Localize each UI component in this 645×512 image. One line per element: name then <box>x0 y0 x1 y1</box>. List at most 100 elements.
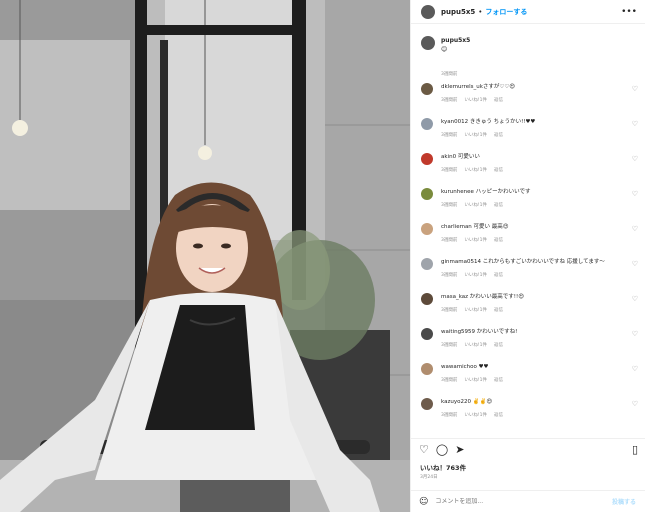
comment-time: 3週間前 <box>441 378 458 383</box>
commenter-avatar[interactable] <box>421 293 433 305</box>
comment-heart-icon[interactable]: ♡ <box>632 295 638 303</box>
reply-button[interactable]: 返信 <box>494 238 503 243</box>
comment-likes[interactable]: いいね!1件 <box>464 343 487 348</box>
comment-text: waiting5959 かわいいですね! <box>441 329 518 335</box>
comment-heart-icon[interactable]: ♡ <box>632 155 638 163</box>
comment-time: 3週間前 <box>441 343 458 348</box>
comment-item: dklemurrels_ukさすが♡♡😍 3週間前 いいね!1件 返信 ♡ <box>411 83 645 118</box>
commenter-avatar[interactable] <box>421 188 433 200</box>
commenter-avatar[interactable] <box>421 83 433 95</box>
caption-username[interactable]: pupu5x5 <box>441 37 470 44</box>
comment-time: 3週間前 <box>441 238 458 243</box>
heart-icon[interactable]: ♡ <box>419 443 429 456</box>
comment-time: 3週間前 <box>441 273 458 278</box>
comment-meta: 3週間前 いいね!1件 返信 <box>441 167 621 173</box>
comment-body: kazuyo220 ✌️✌️😍 3週間前 いいね!1件 返信 <box>441 398 621 418</box>
comment-meta: 3週間前 いいね!1件 返信 <box>441 202 621 208</box>
reply-button[interactable]: 返信 <box>494 413 503 418</box>
comment-likes[interactable]: いいね!1件 <box>464 238 487 243</box>
comment-body: kyan0012 ききゅう ちょうかい!!♥♥ 3週間前 いいね!1件 返信 <box>441 118 621 138</box>
share-icon[interactable]: ➤ <box>455 443 464 456</box>
post-header: pupu5x5 • フォローする ••• <box>411 0 645 24</box>
comment-item: masa_kaz かわいい最高です!!😍 3週間前 いいね!1件 返信 ♡ <box>411 293 645 328</box>
reply-button[interactable]: 返信 <box>494 203 503 208</box>
follow-button[interactable]: フォローする <box>485 7 527 17</box>
comment-heart-icon[interactable]: ♡ <box>632 365 638 373</box>
comment-meta: 3週間前 いいね!1件 返信 <box>441 237 621 243</box>
comment-input[interactable] <box>435 498 586 505</box>
comment-text: kurunhenee ハッピーかわいいです <box>441 189 531 195</box>
caption-avatar[interactable] <box>421 36 435 50</box>
commenter-avatar[interactable] <box>421 118 433 130</box>
post-sidebar: pupu5x5 • フォローする ••• pupu5x5 😊 3週間前 dkle… <box>410 0 645 512</box>
commenter-avatar[interactable] <box>421 153 433 165</box>
commenter-avatar[interactable] <box>421 258 433 270</box>
comment-meta: 3週間前 いいね!1件 返信 <box>441 412 621 418</box>
comment-likes[interactable]: いいね!1件 <box>464 133 487 138</box>
comment-text: kyan0012 ききゅう ちょうかい!!♥♥ <box>441 119 536 125</box>
comment-item: waiting5959 かわいいですね! 3週間前 いいね!1件 返信 ♡ <box>411 328 645 363</box>
action-bar: ♡ ◯ ➤ ▯ <box>411 438 645 460</box>
comment-heart-icon[interactable]: ♡ <box>632 330 638 338</box>
comment-heart-icon[interactable]: ♡ <box>632 225 638 233</box>
reply-button[interactable]: 返信 <box>494 343 503 348</box>
comment-heart-icon[interactable]: ♡ <box>632 120 638 128</box>
comment-likes[interactable]: いいね!1件 <box>464 308 487 313</box>
comment-likes[interactable]: いいね!1件 <box>464 203 487 208</box>
comment-item: ginmama0514 これからもすごいかわいいですね 応援してます〜 3週間前 い… <box>411 258 645 293</box>
comment-body: charlieman 可愛い 最高😍 3週間前 いいね!1件 返信 <box>441 223 621 243</box>
comment-text: dklemurrels_ukさすが♡♡😍 <box>441 84 516 90</box>
commenter-avatar[interactable] <box>421 223 433 235</box>
comment-likes[interactable]: いいね!1件 <box>464 168 487 173</box>
reply-button[interactable]: 返信 <box>494 133 503 138</box>
post-photo[interactable] <box>0 0 410 512</box>
commenter-avatar[interactable] <box>421 398 433 410</box>
comment-likes[interactable]: いいね!1件 <box>464 273 487 278</box>
comments-list[interactable]: pupu5x5 😊 3週間前 dklemurrels_ukさすが♡♡😍 3週間前い… <box>411 30 645 430</box>
comment-body: ginmama0514 これからもすごいかわいいですね 応援してます〜 3週間前 い… <box>441 258 621 278</box>
comment-heart-icon[interactable]: ♡ <box>632 400 638 408</box>
comment-meta: 3週間前 いいね!1件 返信 <box>441 97 621 103</box>
reply-button[interactable]: 返信 <box>494 308 503 313</box>
comment-body: wawamichoo ♥♥ 3週間前 いいね!1件 返信 <box>441 363 621 383</box>
comment-likes[interactable]: いいね!1件 <box>464 378 487 383</box>
author-avatar[interactable] <box>421 4 435 19</box>
comment-meta: 3週間前 いいね!1件 返信 <box>441 307 621 313</box>
reply-button[interactable]: 返信 <box>494 378 503 383</box>
caption-text: 😊 <box>441 46 448 53</box>
more-horizontal-icon[interactable]: ••• <box>621 7 637 17</box>
comment-likes[interactable]: いいね!1件 <box>464 413 487 418</box>
reply-button[interactable]: 返信 <box>494 98 503 103</box>
comment-heart-icon[interactable]: ♡ <box>632 260 638 268</box>
commenter-avatar[interactable] <box>421 328 433 340</box>
comment-icon[interactable]: ◯ <box>436 443 448 456</box>
add-comment-bar: ☺ 投稿する <box>411 490 645 512</box>
commenter-avatar[interactable] <box>421 363 433 375</box>
comment-heart-icon[interactable]: ♡ <box>632 85 638 93</box>
comment-body: masa_kaz かわいい最高です!!😍 3週間前 いいね!1件 返信 <box>441 293 621 313</box>
comment-time: 3週間前 <box>441 413 458 418</box>
comment-item: wawamichoo ♥♥ 3週間前 いいね!1件 返信 ♡ <box>411 363 645 398</box>
comment-likes[interactable]: いいね!1件 <box>464 98 487 103</box>
comment-item: kyan0012 ききゅう ちょうかい!!♥♥ 3週間前 いいね!1件 返信 ♡ <box>411 118 645 153</box>
reply-button[interactable]: 返信 <box>494 273 503 278</box>
comment-time: 3週間前 <box>441 98 458 103</box>
comment-text: akin0 可愛いい <box>441 154 480 160</box>
likes-count[interactable]: いいね！763件 <box>420 462 466 472</box>
comment-meta: 3週間前 いいね!1件 返信 <box>441 272 621 278</box>
separator-dot: • <box>478 7 483 16</box>
bookmark-icon[interactable]: ▯ <box>632 443 638 456</box>
comment-time: 3週間前 <box>441 168 458 173</box>
emoji-icon[interactable]: ☺ <box>419 497 428 507</box>
caption-body: pupu5x5 😊 <box>441 36 470 54</box>
post-comment-button[interactable]: 投稿する <box>612 497 636 506</box>
caption-time: 3週間前 <box>441 72 458 77</box>
comment-text: ginmama0514 これからもすごいかわいいですね 応援してます〜 <box>441 259 605 265</box>
comment-body: dklemurrels_ukさすが♡♡😍 3週間前 いいね!1件 返信 <box>441 83 621 103</box>
comment-meta: 3週間前 いいね!1件 返信 <box>441 377 621 383</box>
comment-item: kazuyo220 ✌️✌️😍 3週間前 いいね!1件 返信 ♡ <box>411 398 645 430</box>
author-username[interactable]: pupu5x5 <box>441 8 475 16</box>
comment-heart-icon[interactable]: ♡ <box>632 190 638 198</box>
comment-meta: 3週間前 いいね!1件 返信 <box>441 132 621 138</box>
reply-button[interactable]: 返信 <box>494 168 503 173</box>
